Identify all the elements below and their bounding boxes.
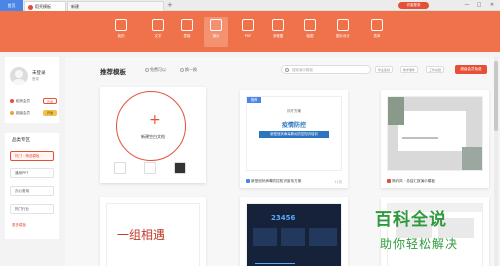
pdf-icon	[242, 19, 254, 31]
template-thumbnail	[387, 96, 483, 171]
maximize-button[interactable]: □	[474, 0, 484, 11]
ppt-icon	[246, 179, 250, 183]
category-title: 品类专区	[12, 138, 30, 143]
flow-icon	[272, 19, 284, 31]
plus-icon: +	[149, 112, 161, 128]
nav-flowchart[interactable]: 流程图	[266, 17, 290, 47]
image-icon	[337, 19, 349, 31]
nav-pdf[interactable]: PDF	[236, 17, 260, 47]
slides-icon	[210, 19, 222, 31]
category-panel: 品类专区 热门 · 精选模板 通用PPT › 办公常用 › 热门行业 › 更多模板	[5, 133, 59, 239]
nav-writer[interactable]: 文字	[146, 17, 170, 47]
open-docer-button[interactable]: 开通	[43, 98, 57, 104]
member-row-super: 超级会员 开通	[10, 110, 59, 116]
nav-form[interactable]: 表单	[365, 17, 389, 47]
template-thumbnail: 推荐 诊疗方案 疫情防控 新型冠状病毒肺炎防控知识培训	[246, 96, 342, 171]
category-item-hot[interactable]: 热门 · 精选模板	[10, 151, 54, 161]
mindmap-icon	[304, 19, 316, 31]
template-card[interactable]: 23456	[240, 197, 348, 266]
recommend-badge: 推荐	[247, 97, 261, 103]
category-item-industry[interactable]: 热门行业 ›	[10, 204, 54, 214]
more-templates-link[interactable]: 更多模板	[12, 223, 26, 228]
chevron-right-icon: ›	[48, 207, 50, 211]
diamond-icon	[10, 111, 14, 115]
folder-icon	[115, 19, 127, 31]
keyword-chip[interactable]: 工作总结	[426, 66, 445, 73]
user-panel: 未登录 登录 稻壳会员 开通 超级会员 开通	[5, 57, 59, 123]
minimize-button[interactable]: —	[462, 0, 472, 11]
user-name: 未登录	[32, 71, 46, 76]
nav-image-design[interactable]: 图片设计	[331, 17, 355, 47]
scrollbar-thumb[interactable]	[494, 61, 498, 131]
doc-icon	[152, 19, 164, 31]
home-tab[interactable]: 首页	[0, 0, 23, 11]
open-super-button[interactable]: 开通	[43, 110, 57, 116]
member-row-docer: 稻壳会员 开通	[10, 98, 59, 104]
template-title: 新型冠状病毒防控知识宣传方案	[246, 179, 301, 184]
title-bar: 首页 稻壳模板 新建 + 访客登录 — □ ✕	[0, 0, 500, 11]
product-banner: 我的 文字 表格 演示 PDF 流程图 脑图 图片设计 表单	[0, 11, 500, 52]
template-card[interactable]: 推荐 诊疗方案 疫情防控 新型冠状病毒肺炎防控知识培训 新型冠状病毒防控知识宣传…	[240, 90, 348, 188]
nav-mindmap[interactable]: 脑图	[298, 17, 322, 47]
page-count: 11页	[334, 180, 342, 184]
login-button[interactable]: 访客登录	[398, 2, 429, 9]
template-thumbnail: 一组相遇	[106, 203, 200, 266]
tab-new[interactable]: 新建	[67, 1, 164, 11]
theme-white-swatch[interactable]	[114, 162, 126, 174]
search-icon	[285, 68, 289, 72]
crown-icon	[10, 99, 14, 103]
watermark-title: 百科全说	[375, 210, 447, 230]
wps-logo-icon	[28, 4, 33, 10]
form-icon	[371, 19, 383, 31]
category-item-office[interactable]: 办公常用 ›	[10, 186, 54, 196]
new-tab-button[interactable]: +	[167, 0, 173, 11]
user-sub[interactable]: 登录	[32, 77, 39, 82]
super-vip-button[interactable]: 超级会员免费	[455, 65, 487, 74]
template-card[interactable]: 简约风 · 总结汇报演示模板	[381, 90, 489, 188]
template-thumbnail: 23456	[246, 203, 342, 266]
new-blank-doc-card[interactable]: + 新建空白文档	[100, 87, 206, 183]
search-input[interactable]: 搜索演示模板	[281, 65, 371, 74]
chevron-right-icon: ›	[48, 171, 50, 175]
watermark-subtitle: 助你轻松解决	[380, 237, 459, 251]
new-blank-label: 新建空白文档	[141, 134, 165, 139]
template-title: 简约风 · 总结汇报演示模板	[387, 179, 435, 184]
sheet-icon	[181, 19, 193, 31]
keyword-chip[interactable]: 毕业答辩	[375, 66, 394, 73]
close-button[interactable]: ✕	[487, 0, 497, 11]
template-card[interactable]: 一组相遇	[100, 197, 206, 266]
tab-templates[interactable]: 稻壳模板	[24, 1, 66, 11]
keyword-chip[interactable]: 教学课件	[400, 66, 419, 73]
free-radio[interactable]: 免费可以	[145, 67, 166, 73]
chevron-right-icon: ›	[48, 189, 50, 193]
nav-sheet[interactable]: 表格	[175, 17, 199, 47]
nav-slides[interactable]: 演示	[204, 17, 228, 47]
theme-light-swatch[interactable]	[144, 162, 156, 174]
theme-dark-swatch[interactable]	[174, 162, 186, 174]
avatar[interactable]	[10, 67, 28, 85]
section-title: 推荐模板	[100, 68, 126, 76]
refresh-radio[interactable]: 换一换	[180, 67, 197, 73]
category-item-general[interactable]: 通用PPT ›	[10, 168, 54, 178]
ppt-icon	[387, 179, 391, 183]
scrollbar[interactable]	[494, 57, 498, 266]
nav-my[interactable]: 我的	[109, 17, 133, 47]
